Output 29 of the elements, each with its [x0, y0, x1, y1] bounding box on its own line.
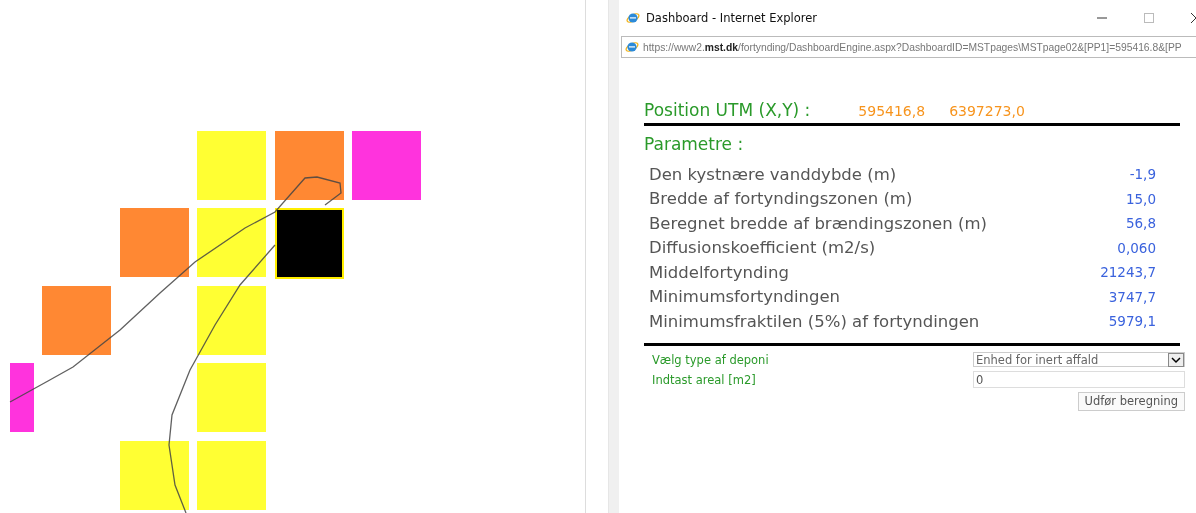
field-label: Vælg type af deponi [652, 352, 769, 367]
window-title: Dashboard - Internet Explorer [646, 11, 819, 25]
parameter-label: Diffusionskoefficient (m2/s) [649, 238, 876, 258]
type-select[interactable]: Enhed for inert affald [973, 352, 1185, 367]
browser-icon [626, 11, 640, 25]
y-coordinate: 6397273,0 [949, 103, 1025, 119]
url-text: https://www2.mst.dk/fortynding/DashboardEngine.aspx?DashboardID=MSTpages\MSTpage02&[PP1]=595416.8&[PP [643, 41, 1182, 53]
parameter-label: Minimumsfraktilen (5%) af fortyndingen [649, 311, 980, 331]
parameter-value: 3747,7 [1108, 288, 1156, 305]
parameter-value: 15,0 [1125, 190, 1156, 207]
parameter-label: Beregnet bredde af brændingszonen (m) [649, 213, 987, 233]
parameter-label: Minimumsfortyndingen [649, 287, 841, 307]
parameter-value: 21243,7 [1100, 264, 1156, 281]
address-bar[interactable]: https://www2.mst.dk/fortynding/DashboardEngine.aspx?DashboardID=MSTpages\MSTpage02&[PP1]=595416.8&[PP [621, 36, 1196, 58]
parameter-value: -1,9 [1129, 166, 1156, 183]
x-coordinate: 595416,8 [858, 103, 926, 119]
browser-icon [625, 40, 639, 54]
field-label: Indtast areal [m2] [652, 372, 756, 387]
area-input[interactable]: 0 [973, 371, 1185, 388]
parameter-value: 5979,1 [1108, 313, 1156, 330]
parameter-label: Bredde af fortyndingszonen (m) [649, 189, 913, 209]
parameter-label: Den kystnære vanddybde (m) [649, 164, 897, 184]
position-label: Position UTM (X,Y) : [644, 100, 811, 120]
calculate-button[interactable]: Udfør beregning [1077, 391, 1185, 411]
parameter-label: Middelfortynding [649, 262, 789, 282]
parameter-value: 56,8 [1125, 215, 1156, 232]
parameter-value: 0,060 [1117, 239, 1156, 256]
maximize-icon[interactable] [1143, 12, 1155, 24]
section-heading: Parametre : [644, 134, 744, 154]
